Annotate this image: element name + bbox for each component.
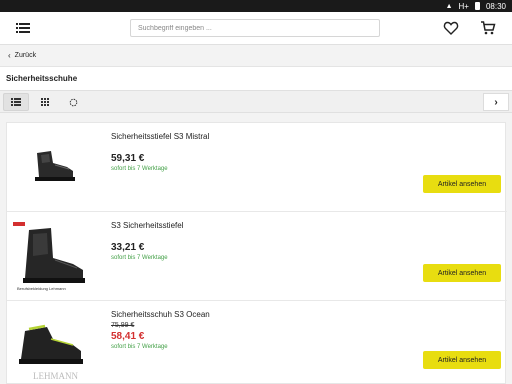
- product-image[interactable]: [11, 127, 101, 205]
- view-product-button[interactable]: Artikel ansehen: [423, 264, 501, 282]
- grid-view-button[interactable]: [32, 93, 58, 111]
- availability-text: sofort bis 7 Werktage: [111, 255, 168, 261]
- signal-icon: ▲: [445, 2, 453, 10]
- back-link[interactable]: ‹ Zurück: [0, 45, 512, 67]
- chevron-left-icon: ‹: [8, 51, 11, 60]
- menu-icon[interactable]: [16, 21, 30, 35]
- cart-icon[interactable]: [480, 20, 496, 36]
- clock: 08:30: [485, 1, 506, 11]
- page-title: Sicherheitsschuhe: [0, 67, 512, 91]
- list-item: Berufsbekleidung Lehmann S3 Sicherheitss…: [7, 212, 507, 301]
- network-type: H+: [458, 1, 469, 11]
- next-arrow-button[interactable]: ›: [483, 93, 509, 111]
- product-price: 59,31 €: [111, 153, 145, 164]
- product-list: Sicherheitsstiefel S3 Mistral 59,31 € so…: [6, 122, 507, 384]
- top-bar: [0, 12, 512, 45]
- battery-icon: [474, 2, 480, 10]
- product-name[interactable]: Sicherheitsstiefel S3 Mistral: [111, 132, 209, 141]
- image-brand-text: LEHMANN: [33, 371, 78, 381]
- grid-view-icon: [41, 98, 49, 106]
- list-view-icon: [11, 98, 21, 106]
- filter-icon: [69, 98, 77, 106]
- product-image[interactable]: LEHMANN: [11, 305, 101, 383]
- old-price: 75,99 €: [111, 322, 135, 329]
- back-label: Zurück: [14, 52, 37, 59]
- view-product-button[interactable]: Artikel ansehen: [423, 351, 501, 369]
- image-brand-text: Berufsbekleidung Lehmann: [17, 286, 66, 291]
- sale-price: 58,41 €: [111, 331, 145, 342]
- list-item: LEHMANN Sicherheitsschuh S3 Ocean 75,99 …: [7, 301, 507, 384]
- filter-button[interactable]: [60, 93, 86, 111]
- list-item: Sicherheitsstiefel S3 Mistral 59,31 € so…: [7, 123, 507, 212]
- view-product-button[interactable]: Artikel ansehen: [423, 175, 501, 193]
- search-input[interactable]: [130, 19, 380, 37]
- product-price: 33,21 €: [111, 242, 145, 253]
- availability-text: sofort bis 7 Werktage: [111, 166, 168, 172]
- chevron-right-icon: ›: [494, 96, 498, 108]
- wishlist-heart-icon[interactable]: [443, 20, 459, 36]
- product-name[interactable]: S3 Sicherheitsstiefel: [111, 221, 183, 230]
- product-image[interactable]: Berufsbekleidung Lehmann: [11, 216, 101, 294]
- availability-text: sofort bis 7 Werktage: [111, 344, 168, 350]
- listing-toolbar: ›: [0, 91, 512, 113]
- product-name[interactable]: Sicherheitsschuh S3 Ocean: [111, 310, 210, 319]
- list-view-button[interactable]: [3, 93, 29, 111]
- status-bar: ▲ H+ 08:30: [0, 0, 512, 12]
